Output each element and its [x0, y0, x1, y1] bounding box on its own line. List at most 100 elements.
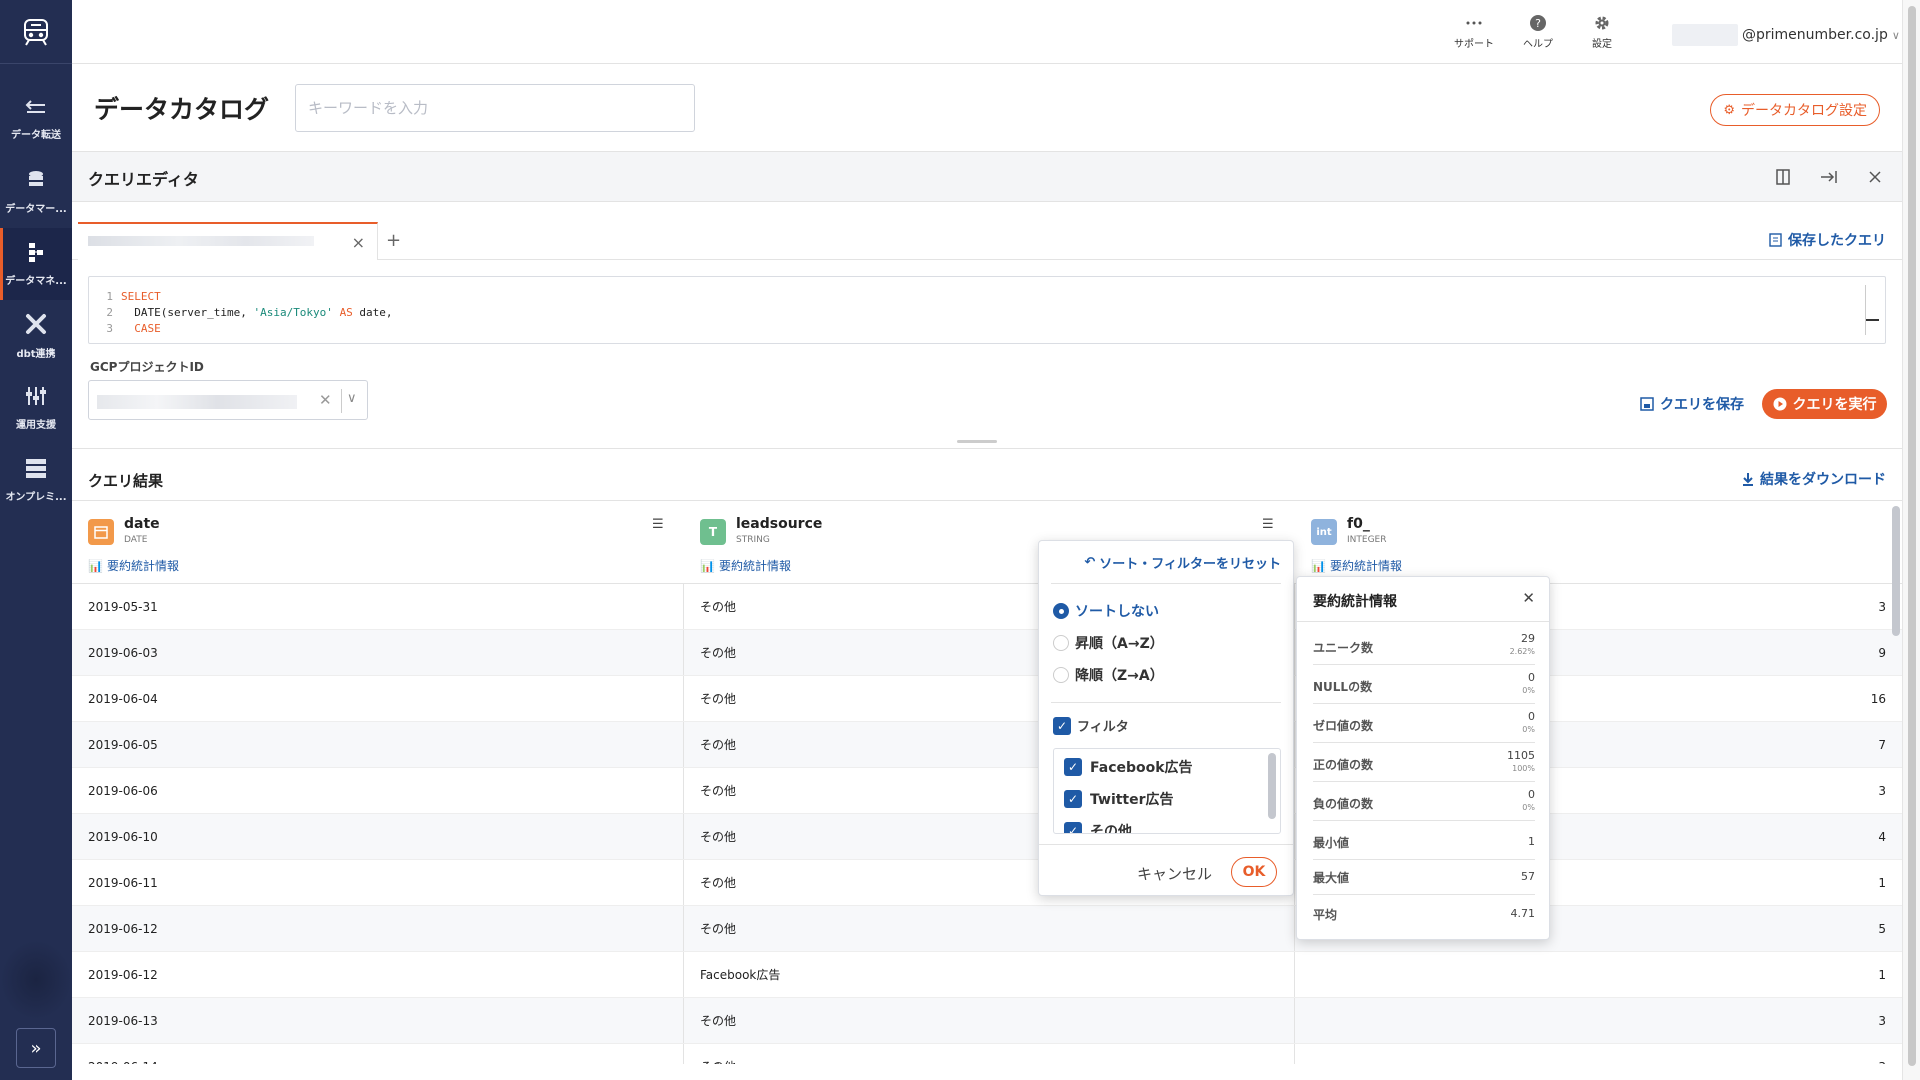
reset-sort-filter-button[interactable]: ↶ ソート・フィルターをリセット — [1084, 553, 1281, 572]
sidebar-item[interactable]: dbt連携 — [0, 300, 72, 372]
column-name: f0_ — [1347, 516, 1370, 532]
filter-value-item[interactable]: ✓ その他 — [1064, 821, 1132, 833]
code-line[interactable]: 2 DATE(server_time, 'Asia/Tokyo' AS date… — [89, 304, 1885, 320]
stat-row: 最小値 1 — [1313, 822, 1535, 860]
save-query-button[interactable]: クエリを保存 — [1640, 394, 1744, 414]
filter-value-item[interactable]: ✓ Facebook広告 — [1064, 757, 1193, 777]
split-view-icon[interactable] — [1772, 166, 1794, 188]
results-rows: 2019-05-31 その他 3 2019-06-03 その他 9 2019-06-04 その… — [72, 584, 1902, 1064]
download-results-button[interactable]: 結果をダウンロード — [1742, 469, 1886, 489]
sort-option-label: ソートしない — [1075, 604, 1159, 620]
ok-button[interactable]: OK — [1231, 857, 1277, 887]
results-title: クエリ結果 — [88, 472, 164, 490]
results-scrollbar[interactable] — [1890, 500, 1902, 1060]
logo[interactable] — [0, 0, 72, 64]
sort-asc-radio[interactable]: 昇順（A→Z） — [1053, 633, 1164, 653]
double-chevron-right-icon: » — [30, 1037, 42, 1059]
collapse-right-icon[interactable] — [1818, 166, 1840, 188]
help-button[interactable]: ? ヘルプ — [1508, 14, 1568, 50]
filter-icon[interactable]: ☰ — [1262, 517, 1274, 532]
stat-row: 負の値の数 0 0% — [1313, 783, 1535, 821]
code-text: SELECT — [121, 290, 161, 303]
filter-value-item[interactable]: ✓ Twitter広告 — [1064, 789, 1174, 809]
code-editor[interactable]: 1 SELECT 2 DATE(server_time, 'Asia/Tokyo' … — [88, 276, 1886, 344]
stat-label: 最小値 — [1313, 836, 1350, 850]
table-row[interactable]: 2019-06-03 その他 9 — [72, 630, 1902, 676]
filter-icon[interactable]: ☰ — [652, 517, 664, 532]
sort-option-label: 降順（Z→A） — [1075, 668, 1164, 684]
saved-queries-link[interactable]: 保存したクエリ — [1769, 230, 1886, 250]
filter-value-label: Twitter広告 — [1090, 792, 1174, 808]
summary-stats-link[interactable]: 📊 要約統計情報 — [88, 557, 179, 574]
table-row[interactable]: 2019-06-10 その他 4 — [72, 814, 1902, 860]
sidebar-item[interactable]: オンプレミ... — [0, 444, 72, 516]
close-icon[interactable]: ✕ — [1522, 589, 1535, 607]
settings-label: 設定 — [1592, 39, 1612, 50]
settings-button[interactable]: 設定 — [1572, 14, 1632, 50]
close-icon[interactable] — [1864, 166, 1886, 188]
table-cell: 2019-06-11 — [72, 860, 684, 905]
table-cell: 2019-06-03 — [72, 630, 684, 675]
table-row[interactable]: 2019-06-12 その他 5 — [72, 906, 1902, 952]
filter-checkbox[interactable]: ✓ フィルタ — [1053, 716, 1129, 735]
summary-stats-link[interactable]: 📊 要約統計情報 — [700, 557, 791, 574]
table-row[interactable]: 2019-06-14その他3 — [72, 1044, 1902, 1064]
reset-label: ソート・フィルターをリセット — [1099, 557, 1281, 572]
table-cell: その他 — [684, 998, 1295, 1043]
help-icon: ? — [1529, 14, 1547, 32]
cancel-button[interactable]: キャンセル — [1137, 863, 1212, 884]
stat-value: 0 — [1528, 710, 1535, 723]
bar-chart-icon: 📊 — [1311, 558, 1326, 573]
table-row[interactable]: 2019-06-11 その他 1 — [72, 860, 1902, 906]
add-tab-button[interactable]: + — [386, 230, 401, 251]
checkbox-checked-icon: ✓ — [1064, 758, 1082, 776]
column-header-date: date DATE 📊 要約統計情報 ☰ — [72, 501, 684, 585]
gcp-project-select[interactable]: ✕ ∨ — [88, 380, 368, 420]
sidebar-item[interactable]: 運用支援 — [0, 372, 72, 444]
scrollbar-thumb[interactable] — [1892, 506, 1900, 636]
table-row[interactable]: 2019-06-04 その他 16 — [72, 676, 1902, 722]
filter-values-list[interactable]: ✓ Facebook広告 ✓ Twitter広告 ✓ その他 — [1053, 748, 1281, 834]
bar-chart-icon: 📊 — [88, 558, 103, 573]
catalog-settings-button[interactable]: ⚙ データカタログ設定 — [1710, 94, 1880, 126]
sidebar-item[interactable]: データ転送 — [0, 84, 72, 156]
divider — [1039, 844, 1293, 845]
scrollbar-thumb[interactable] — [1908, 6, 1916, 1066]
table-row[interactable]: 2019-06-06 その他 3 — [72, 768, 1902, 814]
summary-stats-label: 要約統計情報 — [1329, 559, 1402, 573]
search-input[interactable] — [295, 84, 695, 132]
close-tab-icon[interactable]: × — [352, 233, 365, 252]
sidebar-item[interactable]: データマー... — [0, 156, 72, 228]
sidebar-item[interactable]: データマネ... — [0, 228, 72, 300]
query-tab[interactable]: × — [78, 222, 378, 260]
sort-none-radio[interactable]: ソートしない — [1053, 601, 1159, 621]
filter-label: フィルタ — [1077, 720, 1129, 735]
chevron-down-icon[interactable]: ∨ — [347, 391, 357, 406]
code-line[interactable]: 3 CASE — [89, 320, 1885, 336]
clear-icon[interactable]: ✕ — [319, 391, 332, 409]
table-row[interactable]: 2019-06-12 Facebook広告 1 — [72, 952, 1902, 998]
summary-stats-link[interactable]: 📊 要約統計情報 — [1311, 557, 1402, 574]
sidebar-item-label: データマー... — [5, 203, 67, 215]
sort-option-label: 昇順（A→Z） — [1075, 636, 1164, 652]
run-query-button[interactable]: クエリを実行 — [1762, 389, 1887, 419]
page-scrollbar[interactable] — [1902, 0, 1920, 1080]
table-row[interactable]: 2019-05-31 その他 3 — [72, 584, 1902, 630]
code-line[interactable]: 1 SELECT — [89, 288, 1885, 304]
stat-value: 1 — [1528, 835, 1535, 848]
editor-scrollbar[interactable] — [1865, 285, 1879, 335]
user-menu[interactable]: @primenumber.co.jp ∨ — [1672, 24, 1900, 46]
summary-stats-popover: 要約統計情報 ✕ ユニーク数 29 2.62% NULLの数 0 0% ゼロ値の数 0 0% 正の… — [1296, 576, 1550, 940]
document-icon — [1769, 233, 1782, 247]
sort-desc-radio[interactable]: 降順（Z→A） — [1053, 665, 1164, 685]
sidebar: データ転送データマー... データマネ... dbt連携 運用支援 オンプレミ... » — [0, 0, 72, 1080]
resize-handle[interactable] — [957, 440, 997, 443]
expand-sidebar-button[interactable]: » — [16, 1028, 56, 1068]
support-button[interactable]: サポート — [1444, 14, 1504, 50]
table-row[interactable]: 2019-06-05 その他 7 — [72, 722, 1902, 768]
stat-percent: 100% — [1512, 764, 1535, 773]
query-editor-header: クエリエディタ — [72, 152, 1902, 202]
scrollbar-thumb[interactable] — [1268, 753, 1276, 819]
table-row[interactable]: 2019-06-13 その他 3 — [72, 998, 1902, 1044]
database-icon — [27, 170, 45, 194]
